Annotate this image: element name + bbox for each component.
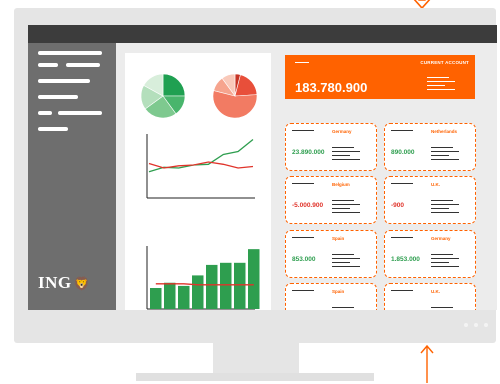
detail-line <box>332 204 360 205</box>
country-label: Germany <box>431 236 451 241</box>
sidebar-item-3[interactable] <box>66 63 100 67</box>
bar <box>220 262 232 309</box>
detail-line <box>332 262 350 263</box>
screen: ING 🦁 CURRENT ACCOUNT 183.780.900 Germany… <box>28 25 497 310</box>
detail-line <box>431 204 459 205</box>
current-account-label: CURRENT ACCOUNT <box>420 60 469 65</box>
bar <box>206 264 218 309</box>
detail-line <box>332 159 360 160</box>
sidebar-item-8[interactable] <box>38 127 68 131</box>
amount-value: -5.000.900 <box>292 202 324 209</box>
detail-line <box>431 254 453 255</box>
detail-line <box>332 254 354 255</box>
account-card[interactable]: Belgium -5.000.900 <box>285 176 377 224</box>
detail-line <box>431 159 459 160</box>
country-label: U.K. <box>431 182 440 187</box>
amount-value: 23.890.000 <box>292 149 325 156</box>
detail-line <box>431 200 453 201</box>
country-label: Spain <box>332 289 345 294</box>
amount-value: -900 <box>391 202 405 209</box>
indicator-dot <box>464 323 468 327</box>
bar <box>192 275 204 309</box>
detail-line <box>332 258 360 259</box>
indicator-dot <box>474 323 478 327</box>
bar <box>164 282 176 309</box>
account-card[interactable]: Netherlands 890.000 <box>384 123 476 171</box>
title-line <box>292 237 314 238</box>
sidebar-item-1[interactable] <box>38 51 102 55</box>
ing-logo: ING 🦁 <box>38 273 90 293</box>
detail-line <box>431 262 449 263</box>
amount-value: 1.853.000 <box>391 256 420 263</box>
account-card[interactable]: U.K. <box>384 283 476 310</box>
detail-line <box>332 151 360 152</box>
country-label: Spain <box>332 236 345 241</box>
detail-line <box>431 307 453 308</box>
sidebar-item-7[interactable] <box>58 111 102 115</box>
title-line <box>292 290 314 291</box>
sidebar-item-6[interactable] <box>38 111 52 115</box>
amount-value: 853.000 <box>292 256 316 263</box>
monitor-stand-neck <box>213 343 299 373</box>
green-pie-slice <box>162 73 186 97</box>
detail-line <box>332 147 354 148</box>
charts-svg <box>140 73 260 310</box>
detail-line <box>427 89 455 90</box>
detail-line <box>332 307 354 308</box>
account-card[interactable]: Spain 853.000 <box>285 230 377 278</box>
sidebar-item-4[interactable] <box>38 79 90 83</box>
detail-line <box>431 266 459 267</box>
detail-line <box>332 200 354 201</box>
detail-line <box>332 212 360 213</box>
detail-line <box>427 77 449 78</box>
account-card[interactable]: Germany 1.853.000 <box>384 230 476 278</box>
detail-line <box>427 81 455 82</box>
country-label: Netherlands <box>431 129 458 134</box>
amount-value: 890.000 <box>391 149 415 156</box>
detail-line <box>332 208 350 209</box>
current-account-value: 183.780.900 <box>295 80 368 95</box>
country-label: Belgium <box>332 182 350 187</box>
title-line <box>391 183 413 184</box>
bar <box>150 288 162 309</box>
sidebar-item-2[interactable] <box>38 63 58 67</box>
title-line <box>292 130 314 131</box>
title-line <box>391 290 413 291</box>
detail-line <box>332 155 350 156</box>
lion-logo-icon: 🦁 <box>73 276 91 291</box>
detail-line <box>431 155 449 156</box>
monitor-stand-base <box>136 373 374 381</box>
detail-line <box>332 266 360 267</box>
logo-text: ING <box>38 273 72 292</box>
up-arrow-icon <box>420 344 434 383</box>
chart-panel <box>125 53 271 310</box>
title-line <box>391 237 413 238</box>
title-line <box>295 62 309 63</box>
country-label: Germany <box>332 129 352 134</box>
title-line <box>391 130 413 131</box>
app-top-bar <box>28 25 497 43</box>
account-card[interactable]: U.K. -900 <box>384 176 476 224</box>
country-label: U.K. <box>431 289 440 294</box>
account-card[interactable]: Spain <box>285 283 377 310</box>
series-line-1 <box>148 138 254 173</box>
detail-line <box>431 147 453 148</box>
detail-line <box>431 258 459 259</box>
bar <box>178 285 190 309</box>
sidebar-item-5[interactable] <box>38 95 78 99</box>
title-line <box>292 183 314 184</box>
detail-line <box>431 208 449 209</box>
detail-line <box>427 85 445 86</box>
bar <box>234 262 246 309</box>
sidebar: ING 🦁 <box>28 43 116 310</box>
detail-line <box>431 212 459 213</box>
current-account-card[interactable]: CURRENT ACCOUNT 183.780.900 <box>285 55 475 99</box>
bar <box>248 249 260 309</box>
detail-line <box>431 151 459 152</box>
account-card[interactable]: Germany 23.890.000 <box>285 123 377 171</box>
indicator-dot <box>484 323 488 327</box>
